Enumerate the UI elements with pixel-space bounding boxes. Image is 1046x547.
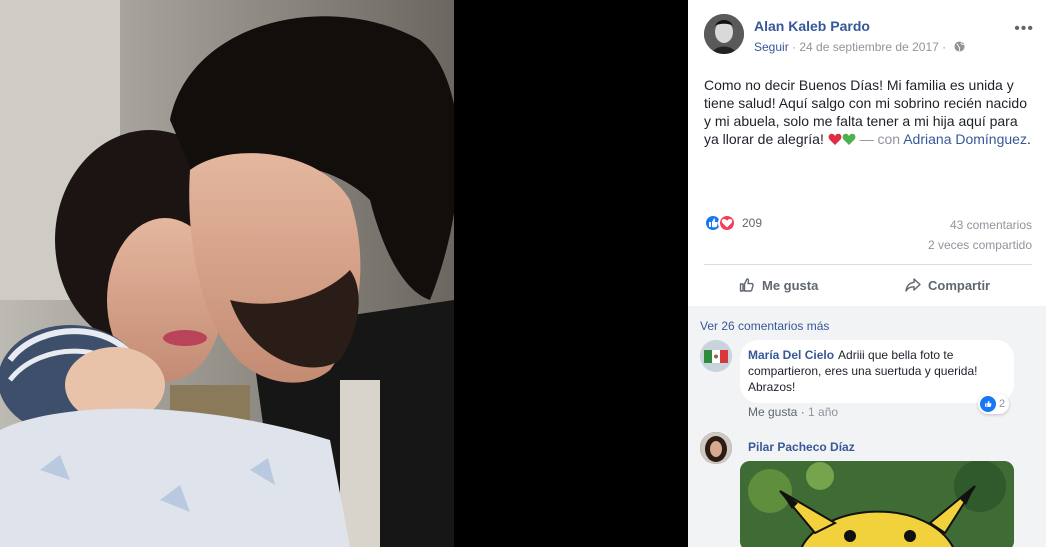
comments-count[interactable]: 43 comentarios	[950, 218, 1032, 232]
post-side-panel: Alan Kaleb Pardo Seguir · 24 de septiemb…	[688, 0, 1046, 547]
reaction-count[interactable]: 209	[742, 216, 762, 230]
shares-count[interactable]: 2 veces compartido	[928, 238, 1032, 252]
comment-time[interactable]: 1 año	[808, 405, 838, 419]
family-photo-illustration	[0, 0, 454, 547]
heart-icon	[721, 218, 733, 228]
post-text: Como no decir Buenos Días! Mi familia es…	[704, 76, 1034, 148]
more-options-icon[interactable]: •••	[1014, 20, 1034, 38]
thumbs-up-outline-icon	[739, 278, 754, 292]
post-photo[interactable]	[0, 0, 454, 547]
share-button[interactable]: Compartir	[904, 268, 990, 302]
tagged-suffix: .	[1026, 131, 1031, 147]
thumbs-up-icon	[985, 400, 992, 407]
comment-like-link[interactable]: Me gusta	[748, 405, 797, 419]
comment-meta: Me gusta · 1 año	[748, 405, 838, 419]
comment-bubble: María Del Cielo Adriii que bella foto te …	[740, 340, 1014, 403]
mini-like-icon	[980, 396, 996, 412]
tagged-person[interactable]: Adriana Domínguez	[903, 131, 1027, 147]
globe-icon[interactable]	[953, 41, 965, 52]
view-more-comments-link[interactable]: Ver 26 comentarios más	[700, 319, 829, 333]
with-label: — con	[859, 131, 901, 147]
like-button[interactable]: Me gusta	[738, 268, 818, 302]
post-date[interactable]: 24 de septiembre de 2017	[799, 40, 938, 54]
comments-section: Ver 26 comentarios más María Del Cielo Ad…	[688, 306, 1046, 547]
commenter-photo	[700, 432, 732, 464]
meta-separator: ·	[792, 40, 797, 54]
commenter-avatar[interactable]	[700, 340, 732, 372]
pikachu-image	[740, 461, 1014, 547]
mexico-flag-avatar	[700, 340, 732, 372]
comment-reaction-badge[interactable]: 2	[978, 394, 1010, 414]
comment-attached-image[interactable]	[740, 461, 1014, 547]
author-name[interactable]: Alan Kaleb Pardo	[754, 18, 870, 34]
meta-separator-2: ·	[942, 40, 947, 54]
green-heart-icon	[842, 133, 856, 145]
red-heart-icon	[828, 133, 842, 145]
comment-author[interactable]: María Del Cielo	[748, 348, 834, 362]
post-header: Alan Kaleb Pardo Seguir · 24 de septiemb…	[704, 14, 1034, 58]
stats-divider	[704, 264, 1032, 265]
author-avatar[interactable]	[704, 14, 744, 54]
post-stats: 209 43 comentarios 2 veces compartido	[704, 212, 1032, 260]
comment-meta-separator: ·	[800, 405, 805, 419]
post-actions: Me gusta Compartir	[704, 268, 1032, 302]
comment-author-2[interactable]: Pilar Pacheco Díaz	[748, 440, 855, 454]
commenter-avatar-2[interactable]	[700, 432, 732, 464]
love-reaction-icon[interactable]	[718, 214, 736, 232]
share-arrow-icon	[905, 278, 921, 292]
post-meta: Seguir · 24 de septiembre de 2017 ·	[754, 40, 965, 54]
photo-viewer[interactable]	[0, 0, 688, 547]
share-button-label: Compartir	[928, 277, 991, 293]
comment-reaction-count: 2	[999, 398, 1006, 410]
like-button-label: Me gusta	[762, 277, 819, 293]
follow-link[interactable]: Seguir	[754, 40, 789, 54]
author-avatar-image	[704, 14, 744, 54]
